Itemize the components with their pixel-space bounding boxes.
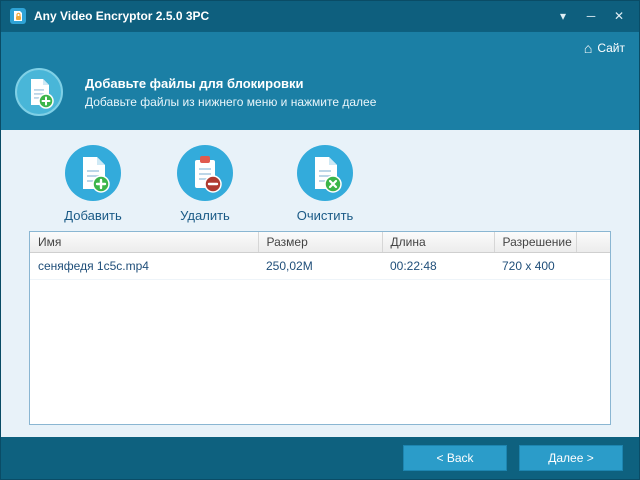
column-extra <box>576 232 610 253</box>
window-title: Any Video Encryptor 2.5.0 3PC <box>34 9 210 23</box>
header-band: ⌂ Сайт Добавьте файлы для блокировки Доб… <box>1 32 639 130</box>
column-name[interactable]: Имя <box>30 232 259 253</box>
window-controls: ▾ ─ ✕ <box>551 6 631 26</box>
page-header: Добавьте файлы для блокировки Добавьте ф… <box>1 64 639 130</box>
page-subtitle: Добавьте файлы из нижнего меню и нажмите… <box>85 94 377 109</box>
clear-button-label: Очистить <box>296 208 354 223</box>
header-texts: Добавьте файлы для блокировки Добавьте ф… <box>85 76 376 109</box>
home-icon: ⌂ <box>583 40 593 56</box>
site-link[interactable]: ⌂ Сайт <box>584 41 625 55</box>
column-size[interactable]: Размер <box>258 232 383 253</box>
page-title: Добавьте файлы для блокировки <box>85 75 304 91</box>
clear-files-icon <box>296 144 354 202</box>
table-header-row: Имя Размер Длина Разрешение <box>30 232 610 253</box>
top-bar: ⌂ Сайт <box>1 32 639 64</box>
minimize-button[interactable]: ─ <box>579 6 603 26</box>
file-table: Имя Размер Длина Разрешение сеняфедя 1с5… <box>29 231 611 425</box>
remove-file-icon <box>176 144 234 202</box>
cell-extra <box>576 252 610 280</box>
column-resolution[interactable]: Разрешение <box>494 232 577 253</box>
app-window: Any Video Encryptor 2.5.0 3PC ▾ ─ ✕ ⌂ Са… <box>0 0 640 480</box>
clear-button[interactable]: Очистить <box>275 144 375 223</box>
column-length[interactable]: Длина <box>382 232 495 253</box>
cell-size: 250,02M <box>258 252 382 280</box>
app-icon <box>9 7 27 25</box>
add-files-icon <box>15 68 63 116</box>
next-button[interactable]: Далее > <box>519 445 623 471</box>
table-row[interactable]: сеняфедя 1с5с.mp4 250,02M 00:22:48 720 x… <box>30 252 610 280</box>
close-button[interactable]: ✕ <box>607 6 631 26</box>
remove-button[interactable]: Удалить <box>155 144 255 223</box>
cell-resolution: 720 x 400 <box>494 252 576 280</box>
footer-bar: < Back Далее > <box>1 437 639 479</box>
site-link-label: Сайт <box>597 41 625 55</box>
cell-length: 00:22:48 <box>382 252 494 280</box>
cell-name: сеняфедя 1с5с.mp4 <box>30 252 258 280</box>
remove-button-label: Удалить <box>180 208 230 223</box>
add-button-label: Добавить <box>64 208 122 223</box>
main-area: Добавить Удалить Очистить Имя Размер Дли… <box>1 130 639 437</box>
title-bar[interactable]: Any Video Encryptor 2.5.0 3PC ▾ ─ ✕ <box>1 1 639 32</box>
menu-button[interactable]: ▾ <box>551 6 575 26</box>
back-button[interactable]: < Back <box>403 445 507 471</box>
add-file-icon <box>64 144 122 202</box>
add-button[interactable]: Добавить <box>43 144 143 223</box>
toolbar: Добавить Удалить Очистить <box>1 130 639 223</box>
